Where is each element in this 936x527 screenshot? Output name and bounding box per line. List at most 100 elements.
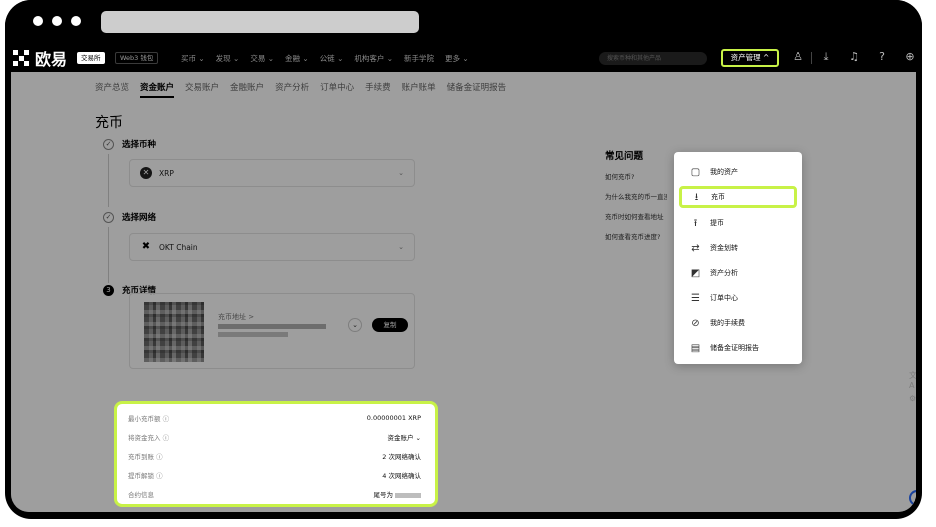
contract-info-value: 尾号为: [373, 489, 421, 499]
window-dot-icon[interactable]: [33, 16, 43, 26]
globe-icon[interactable]: ⊕: [903, 50, 917, 64]
faq-link[interactable]: 如何查看充币进度?: [605, 231, 667, 241]
menu-item-label: 提币: [710, 219, 724, 227]
step-connector: [108, 154, 109, 207]
tab-trading-account[interactable]: 交易账户: [185, 81, 219, 98]
step-connector: [108, 227, 109, 283]
menu-item-order-center[interactable]: ☰ 订单中心: [682, 288, 794, 308]
info-row: 合约信息 尾号为: [128, 488, 421, 500]
info-row: 将资金充入 ⓘ 资金账户 ⌄: [128, 431, 421, 443]
tab-finance-account[interactable]: 金融账户: [230, 81, 264, 98]
account-dropdown[interactable]: 资金账户 ⌄: [387, 432, 421, 442]
address-label[interactable]: 充币地址 >: [218, 312, 254, 322]
network-select[interactable]: ✖ OKT Chain ⌄: [129, 233, 415, 261]
network-value: OKT Chain: [159, 242, 198, 252]
top-navbar: 欧易 交易所 Web3 钱包 买币 ⌄ 发现 ⌄ 交易 ⌄ 金融 ⌄ 公链 ⌄ …: [5, 44, 922, 72]
chevron-down-icon: ⌄: [398, 169, 404, 177]
info-row: 提币解锁 ⓘ 4 次网络确认: [128, 469, 421, 481]
copy-button[interactable]: 复制: [372, 318, 408, 332]
address-value: [218, 332, 288, 337]
menu-item-discover[interactable]: 发现 ⌄: [216, 53, 240, 64]
faq-link[interactable]: 充币时如何查看地址: [605, 211, 667, 221]
deposit-page: 资产总览 资金账户 交易账户 金融账户 资产分析 订单中心 手续费 账户账单 储…: [11, 72, 916, 512]
asset-management-button[interactable]: 资产管理 ^: [721, 49, 779, 67]
settings-icon[interactable]: ⚙: [909, 394, 916, 403]
download-icon[interactable]: ⤓: [819, 50, 833, 64]
okt-chain-icon: ✖: [141, 241, 151, 252]
menu-item-more[interactable]: 更多 ⌄: [445, 53, 469, 64]
tab-asset-analysis[interactable]: 资产分析: [275, 81, 309, 98]
contract-suffix-label: 尾号为: [373, 491, 394, 499]
info-key: 提币解锁 ⓘ: [128, 472, 163, 480]
report-icon: ▤: [690, 342, 701, 354]
wallet-icon: ▢: [690, 166, 701, 178]
bell-icon[interactable]: ♫: [847, 50, 861, 64]
chevron-down-icon: ⌄: [398, 243, 404, 251]
menu-item-trade[interactable]: 交易 ⌄: [250, 53, 274, 64]
window-dot-icon[interactable]: [52, 16, 62, 26]
orders-icon: ☰: [691, 292, 700, 304]
check-icon: ✓: [103, 138, 114, 150]
brand-logo[interactable]: 欧易: [13, 49, 68, 69]
analysis-icon: ◩: [690, 267, 701, 279]
menu-item-my-assets[interactable]: ▢ 我的资产: [682, 162, 794, 182]
step-select-coin: ✓ 选择币种: [103, 138, 156, 150]
menu-item-label: 资金划转: [710, 244, 738, 252]
faq-section: 常见问题 如何充币? 为什么我充的币一直没到账 充币时如何查看地址 如何查看充币…: [605, 148, 667, 251]
menu-item-label: 我的资产: [710, 168, 738, 176]
address-bar[interactable]: [101, 11, 419, 33]
info-value: 4 次网络确认: [382, 472, 421, 480]
step-label: 选择网络: [122, 213, 157, 223]
menu-item-transfer[interactable]: ⇄ 资金划转: [682, 238, 794, 258]
menu-item-institutional[interactable]: 机构客户 ⌄: [354, 53, 393, 64]
tab-bills[interactable]: 账户账单: [402, 81, 436, 98]
page-title: 充币: [95, 115, 123, 131]
menu-item-chain[interactable]: 公链 ⌄: [320, 53, 344, 64]
main-menu: 买币 ⌄ 发现 ⌄ 交易 ⌄ 金融 ⌄ 公链 ⌄ 机构客户 ⌄ 新手学院 更多 …: [181, 53, 469, 64]
user-icon[interactable]: ♙: [791, 50, 805, 64]
faq-link[interactable]: 如何充币?: [605, 171, 667, 181]
menu-item-buy[interactable]: 买币 ⌄: [181, 53, 205, 64]
nav-icon-group: ♙ ⤓ ♫ ? ⊕: [791, 50, 917, 64]
menu-item-label: 我的手续费: [710, 319, 745, 327]
menu-item-deposit[interactable]: ⭳ 充币: [679, 186, 797, 208]
menu-item-label: 订单中心: [710, 294, 738, 302]
coin-select[interactable]: ✕ XRP ⌄: [129, 159, 415, 187]
fee-icon: ⊘: [691, 317, 700, 329]
translate-icon[interactable]: 文A: [909, 370, 916, 390]
menu-item-my-fees[interactable]: ⊘ 我的手续费: [682, 313, 794, 333]
info-key: 合约信息: [128, 491, 154, 499]
step-number: 3: [103, 284, 114, 296]
help-icon[interactable]: ?: [875, 50, 889, 64]
menu-item-academy[interactable]: 新手学院: [404, 53, 434, 64]
info-row: 充币到账 ⓘ 2 次网络确认: [128, 450, 421, 462]
info-key: 最小充币额 ⓘ: [128, 415, 170, 423]
browser-titlebar: [5, 0, 922, 44]
exchange-switch[interactable]: 交易所: [77, 52, 105, 64]
deposit-address-card: 充币地址 > ⌄ 复制: [129, 293, 415, 369]
web3-wallet-switch[interactable]: Web3 钱包: [115, 52, 159, 64]
redacted-address: [395, 492, 421, 498]
qr-code: [144, 302, 204, 362]
tab-overview[interactable]: 资产总览: [95, 81, 129, 98]
menu-item-withdraw[interactable]: ⭱ 提币: [682, 213, 794, 233]
menu-item-asset-analysis[interactable]: ◩ 资产分析: [682, 263, 794, 283]
step-select-network: ✓ 选择网络: [103, 211, 156, 223]
tab-proof-of-reserves[interactable]: 储备金证明报告: [447, 81, 507, 98]
check-icon: ✓: [103, 211, 114, 223]
withdraw-icon: ⭱: [693, 217, 698, 229]
tab-funding-account[interactable]: 资金账户: [140, 81, 175, 98]
support-chat-icon[interactable]: [909, 490, 916, 506]
faq-link[interactable]: 为什么我充的币一直没到账: [605, 191, 667, 201]
info-value: 0.00000001 XRP: [366, 414, 421, 422]
brand-name: 欧易: [35, 50, 68, 69]
search-input[interactable]: 搜索币种和其他产品: [599, 52, 707, 65]
tab-order-center[interactable]: 订单中心: [320, 81, 354, 98]
address-dropdown-button[interactable]: ⌄: [348, 318, 362, 332]
window-dot-icon[interactable]: [71, 16, 81, 26]
menu-item-label: 充币: [711, 193, 725, 201]
menu-item-finance[interactable]: 金融 ⌄: [285, 53, 309, 64]
menu-item-proof-of-reserves[interactable]: ▤ 储备金证明报告: [682, 338, 794, 358]
tab-fees[interactable]: 手续费: [365, 81, 391, 98]
transfer-icon: ⇄: [691, 242, 700, 254]
